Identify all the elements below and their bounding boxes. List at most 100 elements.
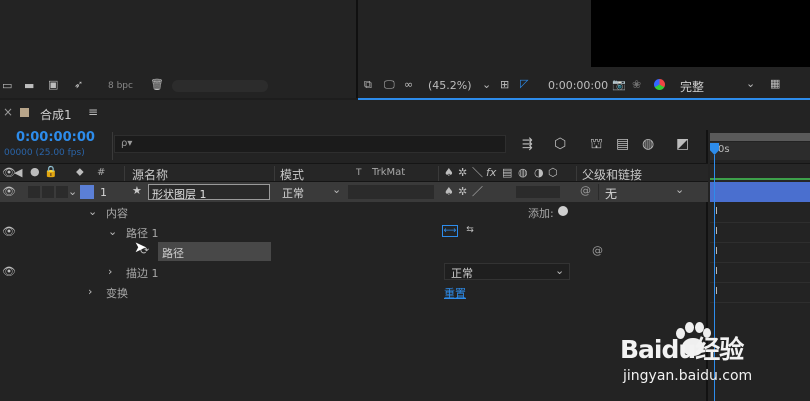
lock-icon[interactable]: 🔒: [44, 166, 58, 177]
solo-icon[interactable]: ●: [30, 166, 40, 177]
draft-3d-icon[interactable]: ⬡: [554, 137, 566, 151]
pick-whip-icon[interactable]: @: [580, 185, 591, 196]
trash-icon[interactable]: 🗑: [150, 79, 164, 90]
col-source-name[interactable]: 源名称: [132, 166, 168, 183]
path-group-visibility-icon[interactable]: 👁: [2, 226, 16, 237]
tab-menu-icon[interactable]: ≡: [88, 105, 98, 119]
layer-shy-switch-icon[interactable]: ♠: [444, 186, 454, 197]
vr-goggles-icon[interactable]: ∞: [404, 79, 413, 90]
interpret-footage-icon[interactable]: ▭: [2, 80, 12, 91]
show-snapshot-icon[interactable]: ❀: [632, 79, 641, 90]
path-direction-button[interactable]: ⟷: [442, 225, 458, 237]
contents-expand-icon[interactable]: ⌄: [88, 206, 97, 217]
stroke-visibility-icon[interactable]: 👁: [2, 266, 16, 277]
stroke-expand-icon[interactable]: ›: [108, 266, 112, 277]
contents-row[interactable]: ⌄ 内容 添加:: [0, 202, 708, 222]
path-property-label[interactable]: 路径: [162, 245, 184, 261]
switch-adjustment-icon[interactable]: ◑: [534, 167, 544, 178]
region-of-interest-icon[interactable]: ◸: [520, 78, 528, 89]
current-time[interactable]: 0:00:00:00: [16, 130, 95, 145]
path-group-expand-icon[interactable]: ⌄: [108, 226, 117, 237]
color-channels-icon[interactable]: [654, 79, 665, 90]
audio-icon[interactable]: ◀: [14, 167, 22, 178]
transform-label[interactable]: 变换: [106, 285, 128, 301]
watermark-logo: Baidu经验 jingyan.baidu.com: [620, 318, 810, 401]
layer-duration-bar[interactable]: [710, 182, 810, 202]
label-tag-icon[interactable]: ⬥: [76, 166, 84, 177]
new-folder-icon[interactable]: ▬: [24, 80, 34, 91]
resolution-chevron-icon[interactable]: ⌄: [746, 78, 755, 89]
stroke-mode-select[interactable]: 正常 ⌄: [444, 263, 570, 280]
layer-expand-icon[interactable]: ⌄: [68, 186, 77, 197]
tab-close-icon[interactable]: ×: [3, 105, 13, 119]
switch-3d-icon[interactable]: ⬡: [548, 167, 558, 178]
layer-mode-select[interactable]: 正常 ⌄: [278, 184, 344, 200]
layer-solo-box[interactable]: [42, 186, 54, 198]
comp-mini-flowchart-icon[interactable]: ⇶: [522, 138, 533, 151]
path-property-field[interactable]: 路径: [158, 242, 271, 261]
switch-shy-icon[interactable]: ♠: [444, 167, 454, 178]
layer-visibility-icon[interactable]: 👁: [2, 186, 16, 197]
switch-motion-blur-icon[interactable]: ◍: [518, 167, 528, 178]
graph-editor-icon[interactable]: ◩: [676, 137, 689, 151]
layer-quality-switch-icon[interactable]: ／: [472, 186, 483, 197]
viewer-timecode[interactable]: 0:00:00:00: [548, 79, 608, 92]
shy-layers-icon[interactable]: ⛫: [590, 137, 603, 151]
layer-switch-boxes[interactable]: [516, 186, 560, 198]
stroke-label[interactable]: 描边 1: [126, 265, 159, 281]
tab-comp-name[interactable]: 合成1: [40, 106, 72, 123]
timeline-tab[interactable]: × 合成1 ≡: [0, 102, 120, 124]
layer-collapse-switch-icon[interactable]: ✲: [458, 186, 467, 197]
transform-expand-icon[interactable]: ›: [88, 286, 92, 297]
layer-lock-box[interactable]: [56, 186, 68, 198]
layer-name-field[interactable]: 形状图层 1: [148, 184, 270, 202]
composition-canvas[interactable]: [591, 0, 810, 67]
snapshot-icon[interactable]: 📷: [612, 79, 626, 90]
path-reverse-icon[interactable]: ⇆: [462, 225, 478, 237]
add-icon[interactable]: [558, 206, 568, 216]
layer-mode-value[interactable]: 正常: [282, 185, 304, 201]
switch-quality-icon[interactable]: ＼: [472, 167, 483, 178]
transform-row[interactable]: › 变换 重置: [0, 282, 708, 302]
bpc-label[interactable]: 8 bpc: [108, 81, 133, 91]
chevron-down-icon[interactable]: ⌄: [482, 79, 491, 90]
layer-label-color[interactable]: [80, 185, 94, 199]
switch-fx-label[interactable]: fx: [486, 166, 496, 179]
zoom-level[interactable]: (45.2%): [428, 79, 472, 92]
layer-row[interactable]: 👁 ⌄ 1 ★ 形状图层 1 正常 ⌄ ♠ ✲ ／ @ 无 ⌄: [0, 182, 708, 202]
expression-pickwhip-icon[interactable]: @: [592, 245, 603, 256]
new-composition-icon[interactable]: ▣: [48, 79, 58, 90]
parent-select[interactable]: 无 ⌄: [598, 184, 688, 202]
motion-blur-icon[interactable]: ◍: [642, 137, 654, 151]
switch-collapse-icon[interactable]: ✲: [458, 167, 467, 178]
add-label[interactable]: 添加:: [528, 205, 554, 221]
frame-blending-icon[interactable]: ▤: [616, 137, 629, 151]
render-icon[interactable]: ➶: [74, 79, 83, 90]
stroke-mode-value[interactable]: 正常: [451, 265, 473, 281]
track-gridline: [710, 302, 810, 303]
layer-trkmat-box[interactable]: [348, 185, 434, 199]
toggle-transparency-icon[interactable]: ▦: [770, 78, 780, 89]
contents-label[interactable]: 内容: [106, 205, 128, 221]
stroke-row[interactable]: 👁 › 描边 1 正常 ⌄: [0, 262, 708, 282]
work-area-bar[interactable]: [710, 133, 810, 141]
path-property-row[interactable]: ⟳ 路径 @: [0, 242, 708, 262]
project-scrollbar[interactable]: [172, 80, 268, 92]
mode-chevron-icon[interactable]: ⌄: [332, 184, 341, 195]
parent-chevron-icon[interactable]: ⌄: [675, 184, 684, 195]
fit-frame-icon[interactable]: ⊞: [500, 79, 509, 90]
parent-value[interactable]: 无: [605, 185, 617, 202]
stroke-mode-chevron-icon[interactable]: ⌄: [555, 265, 564, 276]
always-preview-icon[interactable]: ⧉: [364, 79, 372, 90]
switch-frame-blend-icon[interactable]: ▤: [502, 167, 512, 178]
resolution-select[interactable]: 完整: [680, 78, 704, 95]
layer-name[interactable]: 形状图层 1: [152, 186, 207, 202]
col-mode[interactable]: 模式: [280, 166, 304, 183]
path-group-row[interactable]: 👁 ⌄ 路径 1 ⟷ ⇆: [0, 222, 708, 242]
layer-audio-box[interactable]: [28, 186, 40, 198]
col-parent[interactable]: 父级和链接: [582, 166, 642, 183]
search-input[interactable]: ρ▾: [114, 135, 506, 153]
reset-link[interactable]: 重置: [444, 285, 466, 301]
col-trkmat[interactable]: TrkMat: [372, 167, 405, 178]
monitor-icon[interactable]: 🖵: [384, 79, 395, 90]
